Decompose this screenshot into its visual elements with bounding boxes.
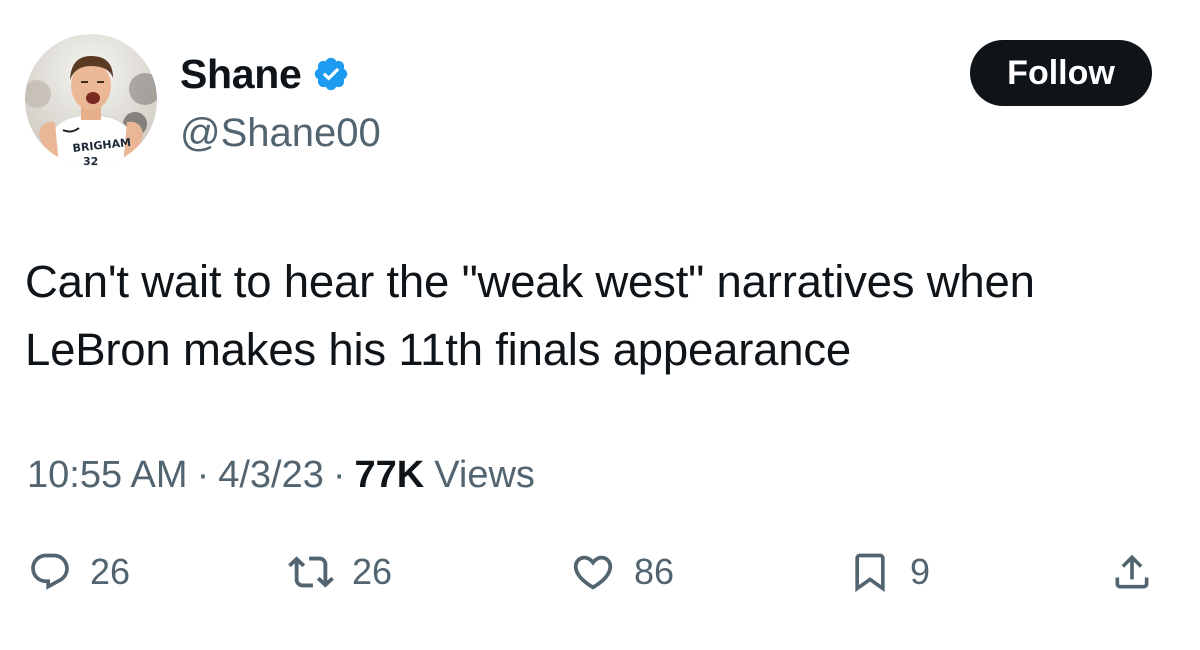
meta-separator: · [332,454,346,496]
tweet-text-line-2: LeBron makes his 11th finals appearance [25,324,852,375]
avatar[interactable]: BRIGHAM 32 [25,34,157,166]
like-button[interactable]: 86 [570,540,674,604]
avatar-jersey-number: 32 [83,155,98,166]
bookmark-icon [855,553,885,593]
author-display-name[interactable]: Shane [180,50,302,98]
bookmark-count: 9 [910,551,931,592]
like-count: 86 [634,551,675,592]
tweet-text: Can't wait to hear the "weak west" narra… [25,248,1185,384]
share-button[interactable] [1110,540,1154,604]
meta-separator: · [196,454,210,496]
views-count[interactable]: 77K [355,452,425,498]
verified-badge-icon[interactable] [312,55,350,93]
retweet-icon [288,556,334,588]
heart-icon [573,555,613,590]
tweet-date[interactable]: 4/3/23 [218,452,324,498]
retweet-count: 26 [352,551,393,592]
author-handle[interactable]: @Shane00 [180,110,381,156]
views-label: Views [434,454,535,496]
tweet-text-line-1: Can't wait to hear the "weak west" narra… [25,256,1035,307]
tweet-time[interactable]: 10:55 AM [27,452,188,498]
author-name-row: Shane [180,50,350,98]
bookmark-button[interactable]: 9 [848,540,930,604]
follow-button[interactable]: Follow [970,40,1152,106]
tweet-card: BRIGHAM 32 Shane @Shane00 Follow Can't w… [0,0,1200,650]
reply-button[interactable]: 26 [28,540,130,604]
share-icon [1115,554,1149,589]
action-bar: 26 26 86 9 [0,540,1200,604]
reply-icon [31,553,69,590]
retweet-button[interactable]: 26 [288,540,392,604]
avatar-image: BRIGHAM 32 [25,34,157,166]
tweet-meta: 10:55 AM · 4/3/23 · 77K Views [27,452,535,498]
reply-count: 26 [90,551,131,592]
